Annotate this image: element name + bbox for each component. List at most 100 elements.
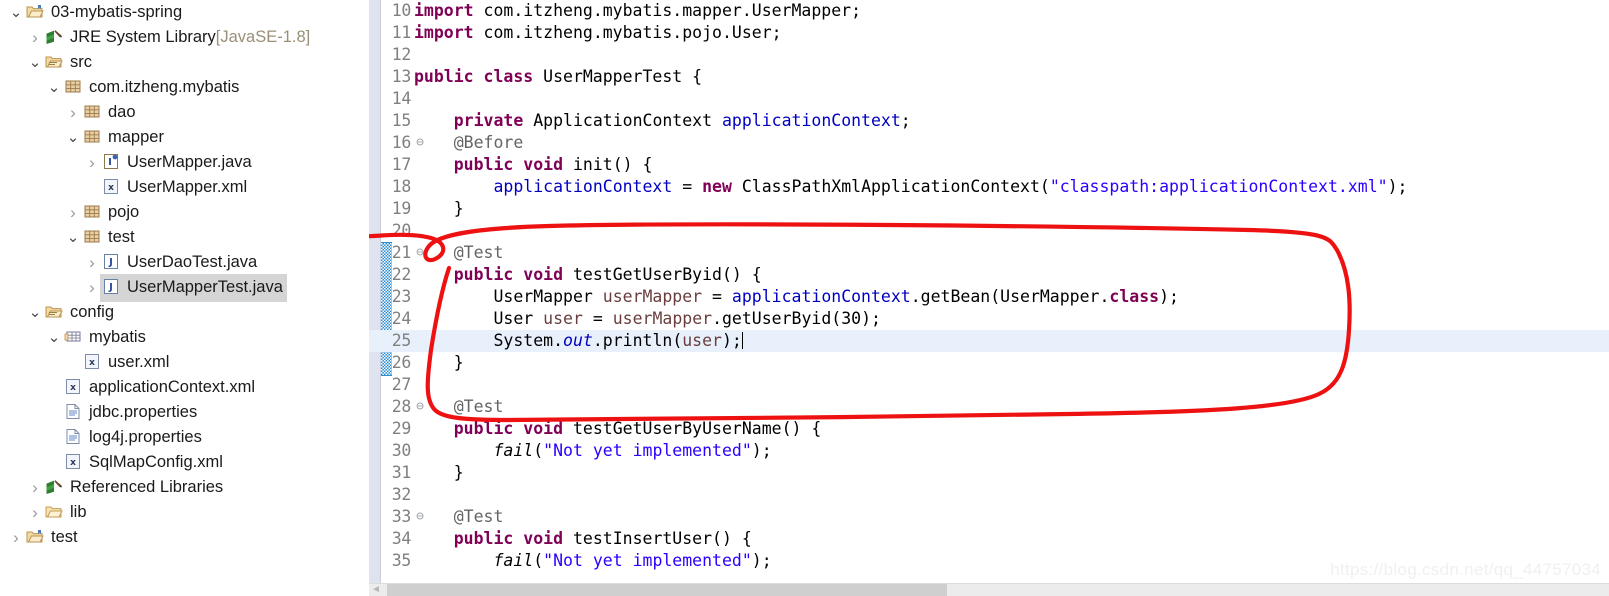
code-line-26[interactable]: 26 } xyxy=(369,352,1609,374)
chevron-right-icon[interactable]: › xyxy=(84,250,100,275)
tree-item-content[interactable]: jdbc.properties xyxy=(62,399,201,427)
tree-item-test[interactable]: ⌄ test xyxy=(0,225,369,250)
chevron-right-icon[interactable]: › xyxy=(65,100,81,125)
tree-item-content[interactable]: test xyxy=(24,524,82,552)
tree-item-usermappertest-java[interactable]: › J UserMapperTest.java xyxy=(0,273,369,302)
code-line-20[interactable]: 20 xyxy=(369,220,1609,242)
project-tree[interactable]: ⌄ 03-mybatis-spring › JRE System Library [J… xyxy=(0,0,369,550)
tree-item-config[interactable]: ⌄ config xyxy=(0,300,369,325)
code-text[interactable]: @Test xyxy=(414,396,1609,418)
tree-item-03-mybatis-spring[interactable]: ⌄ 03-mybatis-spring xyxy=(0,0,369,25)
tree-item-jre-system-library[interactable]: › JRE System Library [JavaSE-1.8] xyxy=(0,25,369,50)
code-line-12[interactable]: 12 xyxy=(369,44,1609,66)
tree-item-referenced-libraries[interactable]: › Referenced Libraries xyxy=(0,475,369,500)
code-line-13[interactable]: 13 public class UserMapperTest { xyxy=(369,66,1609,88)
code-line-25[interactable]: 25 System.out.println(user); xyxy=(369,330,1609,352)
code-text[interactable]: } xyxy=(414,462,1609,484)
chevron-right-icon[interactable]: › xyxy=(27,475,43,500)
package-explorer-panel[interactable]: ⌄ 03-mybatis-spring › JRE System Library [J… xyxy=(0,0,369,596)
code-line-19[interactable]: 19 } xyxy=(369,198,1609,220)
code-line-30[interactable]: 30 fail("Not yet implemented"); xyxy=(369,440,1609,462)
code-surface[interactable]: 10 import com.itzheng.mybatis.mapper.User… xyxy=(369,0,1609,596)
tree-item-user-xml[interactable]: x user.xml xyxy=(0,350,369,375)
tree-item-content[interactable]: config xyxy=(43,299,118,327)
code-line-24[interactable]: 24 User user = userMapper.getUserByid(30… xyxy=(369,308,1609,330)
code-line-29[interactable]: 29 public void testGetUserByUserName() { xyxy=(369,418,1609,440)
tree-item-content[interactable]: x user.xml xyxy=(81,349,173,377)
tree-item-content[interactable]: Referenced Libraries xyxy=(43,474,227,502)
tree-item-pojo[interactable]: › pojo xyxy=(0,200,369,225)
tree-item-content[interactable]: src xyxy=(43,49,96,77)
code-text[interactable]: User user = userMapper.getUserByid(30); xyxy=(414,308,1609,330)
chevron-down-icon[interactable]: ⌄ xyxy=(65,129,81,147)
tree-item-content[interactable]: pojo xyxy=(81,199,143,227)
code-text[interactable]: public class UserMapperTest { xyxy=(414,66,1609,88)
code-text[interactable]: applicationContext = new ClassPathXmlApp… xyxy=(414,176,1609,198)
code-text[interactable]: @Before xyxy=(414,132,1609,154)
code-line-27[interactable]: 27 xyxy=(369,374,1609,396)
chevron-right-icon[interactable]: › xyxy=(84,150,100,175)
tree-item-content[interactable]: com.itzheng.mybatis xyxy=(62,74,243,102)
chevron-right-icon[interactable]: › xyxy=(84,275,100,300)
tree-item-usermapper-java[interactable]: › I UserMapper.java xyxy=(0,150,369,175)
tree-item-content[interactable]: x UserMapper.xml xyxy=(100,174,251,202)
code-text[interactable]: System.out.println(user); xyxy=(414,330,1609,352)
chevron-right-icon[interactable]: › xyxy=(65,200,81,225)
code-text[interactable]: public void init() { xyxy=(414,154,1609,176)
code-line-28[interactable]: 28 ⊖ @Test xyxy=(369,396,1609,418)
tree-item-userdaotest-java[interactable]: › J UserDaoTest.java xyxy=(0,250,369,275)
scrollbar-thumb[interactable] xyxy=(387,584,947,596)
tree-item-mybatis[interactable]: ⌄ mybatis xyxy=(0,325,369,350)
code-text[interactable]: public void testGetUserByUserName() { xyxy=(414,418,1609,440)
tree-item-content[interactable]: mybatis xyxy=(62,324,150,352)
code-text[interactable]: public void testGetUserByid() { xyxy=(414,264,1609,286)
code-line-11[interactable]: 11 import com.itzheng.mybatis.pojo.User; xyxy=(369,22,1609,44)
tree-item-src[interactable]: ⌄ src xyxy=(0,50,369,75)
code-text[interactable]: UserMapper userMapper = applicationConte… xyxy=(414,286,1609,308)
code-line-16[interactable]: 16 ⊖ @Before xyxy=(369,132,1609,154)
code-line-15[interactable]: 15 private ApplicationContext applicatio… xyxy=(369,110,1609,132)
tree-item-content[interactable]: lib xyxy=(43,499,91,527)
tree-item-lib[interactable]: › lib xyxy=(0,500,369,525)
tree-item-test[interactable]: › test xyxy=(0,525,369,550)
chevron-down-icon[interactable]: ⌄ xyxy=(27,54,43,72)
chevron-down-icon[interactable]: ⌄ xyxy=(27,304,43,322)
chevron-right-icon[interactable]: › xyxy=(27,25,43,50)
code-line-33[interactable]: 33 ⊖ @Test xyxy=(369,506,1609,528)
code-text[interactable]: import com.itzheng.mybatis.mapper.UserMa… xyxy=(414,0,1609,22)
code-text[interactable]: } xyxy=(414,352,1609,374)
code-line-18[interactable]: 18 applicationContext = new ClassPathXml… xyxy=(369,176,1609,198)
tree-item-usermapper-xml[interactable]: x UserMapper.xml xyxy=(0,175,369,200)
code-text[interactable]: private ApplicationContext applicationCo… xyxy=(414,110,1609,132)
code-text[interactable]: @Test xyxy=(414,242,1609,264)
tree-item-log4j-properties[interactable]: log4j.properties xyxy=(0,425,369,450)
code-line-34[interactable]: 34 public void testInsertUser() { xyxy=(369,528,1609,550)
code-line-21[interactable]: 21 ⊖ @Test xyxy=(369,242,1609,264)
tree-item-content[interactable]: J UserMapperTest.java xyxy=(100,273,287,302)
code-line-32[interactable]: 32 xyxy=(369,484,1609,506)
tree-item-content[interactable]: log4j.properties xyxy=(62,424,206,452)
scroll-left-arrow[interactable]: ◄ xyxy=(371,585,381,595)
chevron-right-icon[interactable]: › xyxy=(8,525,24,550)
chevron-down-icon[interactable]: ⌄ xyxy=(65,229,81,247)
tree-item-content[interactable]: J UserDaoTest.java xyxy=(100,249,261,277)
tree-item-jdbc-properties[interactable]: jdbc.properties xyxy=(0,400,369,425)
code-line-10[interactable]: 10 import com.itzheng.mybatis.mapper.User… xyxy=(369,0,1609,22)
tree-item-applicationcontext-xml[interactable]: x applicationContext.xml xyxy=(0,375,369,400)
tree-item-content[interactable]: x SqlMapConfig.xml xyxy=(62,449,227,477)
tree-item-content[interactable]: mapper xyxy=(81,124,168,152)
code-line-22[interactable]: 22 public void testGetUserByid() { xyxy=(369,264,1609,286)
tree-item-content[interactable]: I UserMapper.java xyxy=(100,149,256,177)
code-line-23[interactable]: 23 UserMapper userMapper = applicationCo… xyxy=(369,286,1609,308)
code-line-17[interactable]: 17 public void init() { xyxy=(369,154,1609,176)
code-text[interactable]: @Test xyxy=(414,506,1609,528)
code-text[interactable]: } xyxy=(414,198,1609,220)
tree-item-content[interactable]: x applicationContext.xml xyxy=(62,374,259,402)
chevron-down-icon[interactable]: ⌄ xyxy=(46,79,62,97)
tree-item-dao[interactable]: › dao xyxy=(0,100,369,125)
tree-item-com-itzheng-mybatis[interactable]: ⌄ com.itzheng.mybatis xyxy=(0,75,369,100)
code-line-14[interactable]: 14 xyxy=(369,88,1609,110)
code-line-31[interactable]: 31 } xyxy=(369,462,1609,484)
horizontal-scrollbar[interactable]: ◄ xyxy=(369,583,1609,596)
chevron-right-icon[interactable]: › xyxy=(27,500,43,525)
